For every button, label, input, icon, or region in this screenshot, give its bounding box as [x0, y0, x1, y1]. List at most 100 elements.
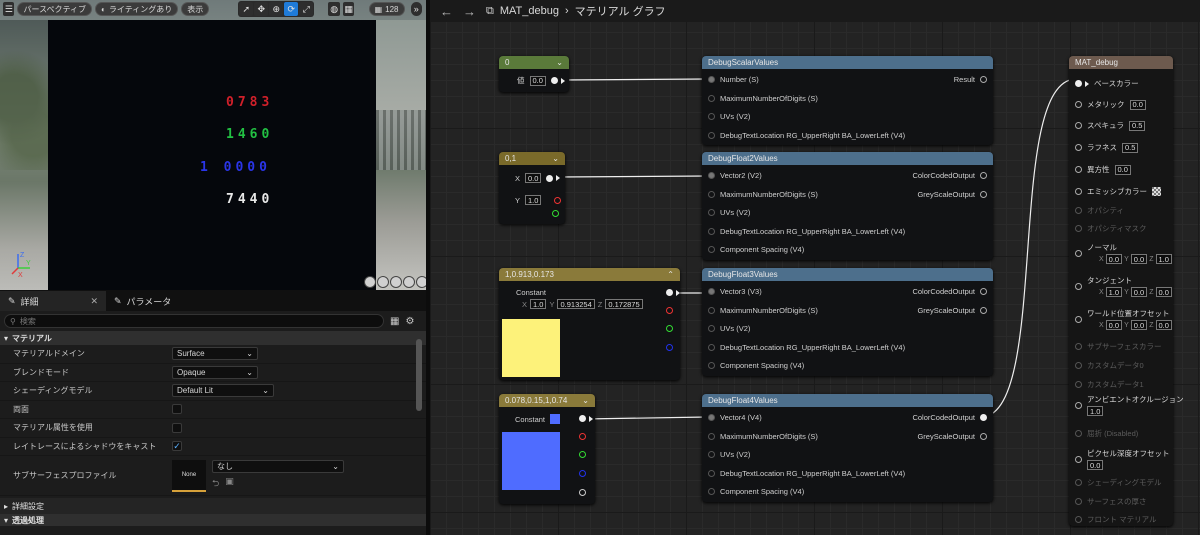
- wpo-z-field[interactable]: 0.0: [1155, 320, 1172, 330]
- debug-scalar-values-node[interactable]: DebugScalarValues Number (S) MaximumNumb…: [702, 56, 993, 145]
- color-chip[interactable]: [550, 414, 561, 424]
- color-swatch[interactable]: [502, 432, 560, 490]
- tangent-z-field[interactable]: 0.0: [1155, 287, 1172, 297]
- input-pin[interactable]: [1075, 498, 1082, 505]
- world-local-icon[interactable]: ◍: [328, 2, 340, 16]
- output-pin[interactable]: [980, 307, 987, 314]
- input-pin[interactable]: [708, 76, 715, 83]
- expand-toolbar-icon[interactable]: »: [410, 2, 422, 16]
- gear-icon[interactable]: ⚙: [405, 316, 414, 327]
- wpo-y-field[interactable]: 0.0: [1130, 320, 1148, 330]
- input-pin[interactable]: [1075, 166, 1082, 173]
- output-pin-a[interactable]: [579, 489, 586, 496]
- input-pin[interactable]: [1075, 188, 1082, 195]
- input-pin[interactable]: [708, 246, 715, 253]
- input-pin[interactable]: [1075, 122, 1082, 129]
- profile-thumbnail[interactable]: None: [172, 459, 206, 492]
- output-pin[interactable]: [579, 415, 586, 422]
- tab-parameters[interactable]: ✎ パラメータ: [106, 291, 179, 311]
- category-advanced[interactable]: ▸ 詳細設定: [0, 498, 426, 514]
- input-pin[interactable]: [1075, 315, 1082, 323]
- input-pin[interactable]: [708, 307, 715, 314]
- material-attributes-checkbox[interactable]: [172, 422, 182, 433]
- raytraced-shadows-checkbox[interactable]: ✓: [172, 441, 182, 452]
- checker-swatch[interactable]: [1152, 187, 1161, 196]
- material-graph[interactable]: ← → ⧉ MAT_debug › マテリアル グラフ 0 ⌄ 値 0.0 0,…: [430, 0, 1200, 535]
- input-pin[interactable]: [708, 228, 715, 235]
- search-input[interactable]: ⚲ 検索: [4, 314, 384, 328]
- vec3-x-field[interactable]: 1.0: [530, 299, 547, 309]
- preview-sphere-icon[interactable]: [364, 276, 376, 288]
- color-swatch[interactable]: [502, 319, 560, 377]
- input-pin[interactable]: [1075, 144, 1082, 151]
- vec2-y-field[interactable]: 1.0: [525, 195, 542, 205]
- input-pin[interactable]: [1075, 479, 1082, 486]
- input-pin[interactable]: [1075, 101, 1082, 108]
- input-pin[interactable]: [708, 362, 715, 369]
- debug-float2-values-node[interactable]: DebugFloat2Values Vector2 (V2) MaximumNu…: [702, 152, 993, 260]
- input-pin[interactable]: [1075, 207, 1082, 214]
- use-selected-icon[interactable]: ⮌: [212, 476, 219, 492]
- input-pin[interactable]: [708, 209, 715, 216]
- material-input-value[interactable]: 0.0: [1129, 99, 1146, 110]
- input-pin[interactable]: [708, 132, 715, 139]
- output-pin-r[interactable]: [666, 307, 673, 314]
- input-pin[interactable]: [1075, 516, 1082, 523]
- viewport-menu-icon[interactable]: ☰: [3, 2, 15, 16]
- table-view-icon[interactable]: ▦: [390, 316, 399, 327]
- material-preview-viewport[interactable]: 0783 1460 1 0000 7440 ☰ パースペクティブ ◐ ライティング…: [0, 0, 426, 290]
- scalar-value-field[interactable]: 0.0: [529, 75, 546, 86]
- subsurface-profile-dropdown[interactable]: なし ⌄: [212, 459, 344, 473]
- material-input-value[interactable]: 1.0: [1087, 406, 1104, 416]
- close-icon[interactable]: ✕: [90, 296, 98, 307]
- details-scrollbar[interactable]: [416, 339, 422, 411]
- preview-plane-icon[interactable]: [390, 276, 402, 288]
- output-pin[interactable]: [980, 433, 987, 440]
- material-input-value[interactable]: 0.0: [1087, 460, 1104, 470]
- input-pin[interactable]: [1075, 343, 1082, 350]
- output-pin[interactable]: [980, 414, 987, 421]
- input-pin[interactable]: [1075, 430, 1082, 437]
- output-pin[interactable]: [980, 191, 987, 198]
- wpo-x-field[interactable]: 0.0: [1105, 320, 1123, 330]
- preview-mesh-icon[interactable]: [416, 276, 426, 288]
- vec2-x-field[interactable]: 0.0: [525, 173, 542, 183]
- category-material[interactable]: ▾ マテリアル: [0, 331, 426, 345]
- rotate-icon[interactable]: ⊕: [269, 2, 284, 16]
- vector3-constant-node[interactable]: 1,0.913,0.173 ⌃ Constant X 1.0 Y 0.913254 Z…: [499, 268, 680, 380]
- vector4-constant-node[interactable]: 0.078,0.15,1,0.74 ⌄ Constant: [499, 394, 595, 504]
- input-pin[interactable]: [708, 451, 715, 458]
- output-pin-r[interactable]: [579, 433, 586, 440]
- category-translucency[interactable]: ▾ 透過処理: [0, 514, 426, 526]
- show-button[interactable]: 表示: [181, 2, 210, 16]
- refresh-icon[interactable]: ⟳: [284, 2, 299, 16]
- input-pin[interactable]: [708, 344, 715, 351]
- output-pin-b[interactable]: [666, 344, 673, 351]
- input-pin[interactable]: [1075, 455, 1082, 463]
- output-pin-r[interactable]: [554, 196, 562, 204]
- input-pin[interactable]: [708, 113, 715, 120]
- lighting-button[interactable]: ◐ ライティングあり: [95, 2, 179, 16]
- grid-snap-button[interactable]: ▦ 128: [368, 2, 405, 16]
- tangent-x-field[interactable]: 1.0: [1105, 287, 1123, 297]
- output-pin[interactable]: [980, 288, 987, 295]
- material-input-value[interactable]: 0.5: [1128, 120, 1146, 131]
- browse-folder-icon[interactable]: ▣: [225, 476, 234, 492]
- input-pin[interactable]: [708, 488, 715, 495]
- input-pin[interactable]: [1075, 249, 1082, 257]
- vec3-z-field[interactable]: 0.172875: [605, 299, 643, 309]
- input-pin[interactable]: [708, 414, 715, 421]
- input-pin[interactable]: [708, 172, 715, 179]
- scalar-constant-node[interactable]: 0 ⌄ 値 0.0: [499, 56, 569, 92]
- input-pin[interactable]: [1075, 80, 1082, 87]
- output-pin[interactable]: [980, 172, 987, 179]
- scale-icon[interactable]: ⤢: [299, 2, 314, 16]
- input-pin[interactable]: [708, 191, 715, 198]
- input-pin[interactable]: [708, 470, 715, 477]
- shading-model-dropdown[interactable]: Default Lit ⌄: [172, 384, 274, 398]
- input-pin[interactable]: [1075, 381, 1082, 388]
- output-pin-g[interactable]: [552, 210, 559, 217]
- normal-z-field[interactable]: 1.0: [1155, 254, 1172, 264]
- select-mode-icon[interactable]: ➚: [239, 2, 254, 16]
- snap-surface-icon[interactable]: ▦: [342, 2, 355, 16]
